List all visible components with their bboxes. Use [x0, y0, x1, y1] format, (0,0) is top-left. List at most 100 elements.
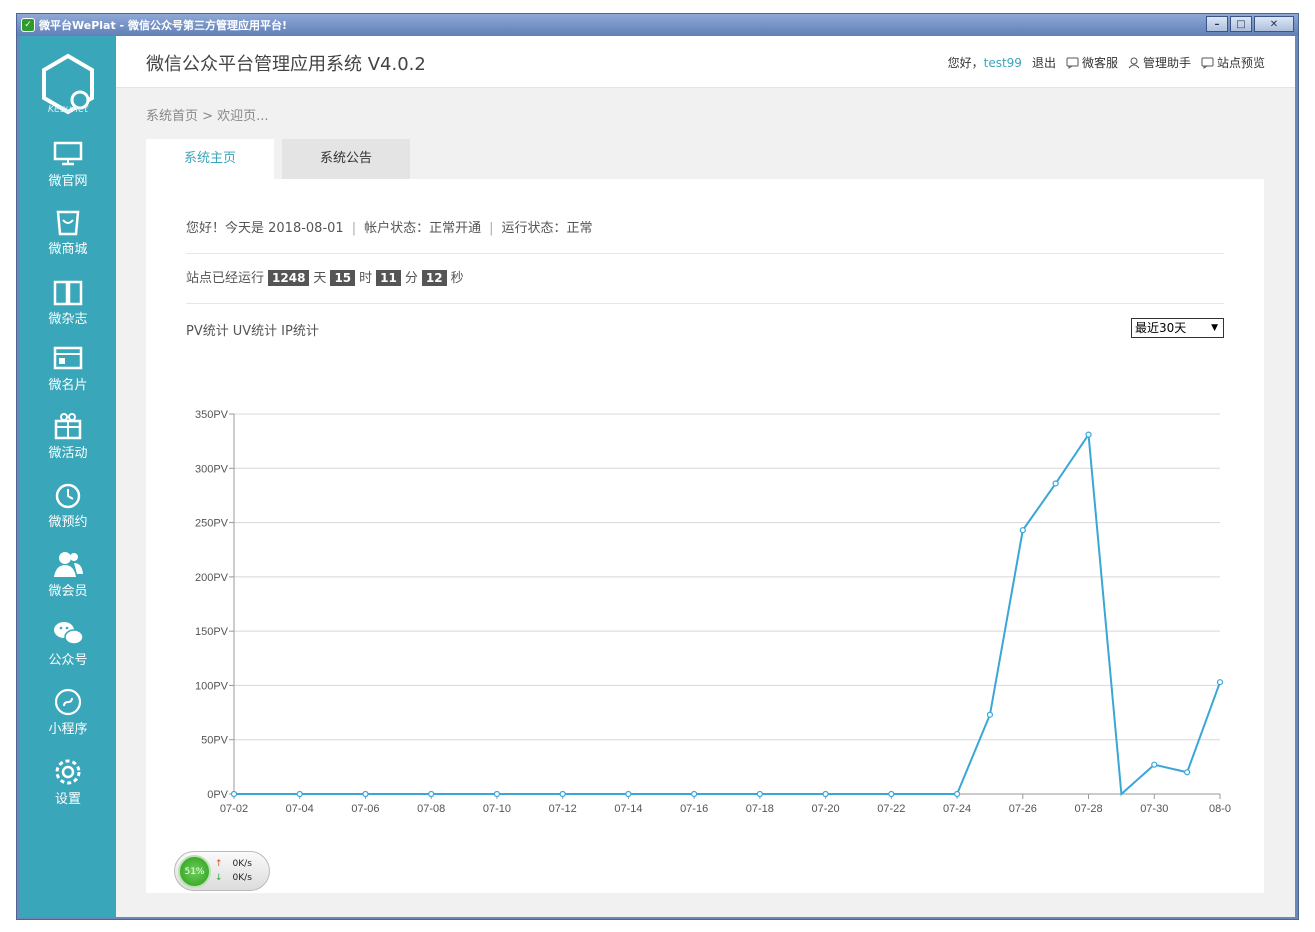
uptime-row: 站点已经运行 1248 天 15 时 11 分 12 秒	[186, 254, 1224, 304]
data-point	[822, 790, 829, 798]
y-tick-label: 150PV	[195, 626, 229, 638]
breadcrumb[interactable]: 系统首页 > 欢迎页...	[146, 105, 269, 124]
x-tick-label: 07-28	[1074, 803, 1102, 815]
x-tick-label: 07-22	[877, 803, 905, 815]
site-preview-link[interactable]: 站点预览	[1201, 54, 1265, 71]
greeting-text: 您好，	[947, 56, 984, 70]
header-user-bar: 您好，test99 退出 微客服 管理助手 站点预览	[948, 54, 1265, 71]
customer-service-link[interactable]: 微客服	[1066, 54, 1118, 71]
app-icon: ✓	[21, 18, 35, 32]
sidebar-item-label: 微杂志	[48, 312, 88, 327]
monitor-icon	[53, 141, 83, 166]
users-icon	[54, 552, 83, 577]
sidebar-item-label: 公众号	[48, 653, 88, 668]
data-point	[1216, 679, 1224, 686]
uptime-days: 1248	[268, 270, 310, 286]
network-usage-percent: 51%	[178, 855, 211, 888]
y-tick-label: 300PV	[195, 463, 229, 475]
sidebar-item-website[interactable]: 微官网	[20, 140, 116, 189]
tab-system-home[interactable]: 系统主页	[146, 139, 274, 179]
data-point	[559, 790, 566, 798]
sidebar-item-activity[interactable]: 微活动	[20, 412, 116, 461]
miniprogram-icon	[54, 688, 82, 716]
running-status: 运行状态：正常	[501, 221, 593, 236]
sidebar-item-official-account[interactable]: 公众号	[20, 619, 116, 668]
sidebar-item-label: 小程序	[48, 722, 88, 737]
network-monitor-widget[interactable]: 51% ↑ 0K/s ↓ 0K/s	[174, 851, 270, 891]
x-tick-label: 07-10	[483, 803, 511, 815]
separator: |	[489, 221, 494, 236]
data-point	[1085, 431, 1092, 438]
data-point	[362, 790, 369, 798]
sidebar-item-card[interactable]: 微名片	[20, 344, 116, 393]
upload-speed: ↑ 0K/s	[215, 859, 263, 869]
username-link[interactable]: test99	[984, 56, 1022, 70]
download-speed: ↓ 0K/s	[215, 873, 263, 883]
data-point	[953, 790, 961, 798]
x-tick-label: 07-04	[286, 803, 314, 815]
stats-tab-uv[interactable]: UV统计	[233, 324, 277, 339]
uptime-seconds-unit: 秒	[450, 271, 464, 286]
account-status: 帐户状态：正常开通	[364, 221, 482, 236]
sidebar-item-label: 微名片	[48, 378, 88, 393]
tab-system-notice[interactable]: 系统公告	[282, 139, 410, 179]
header: 微信公众平台管理应用系统 V4.0.2 您好，test99 退出 微客服 管理助…	[116, 36, 1295, 88]
up-arrow-icon: ↑	[215, 859, 223, 869]
gift-icon	[54, 413, 82, 440]
tab-bar: 系统主页 系统公告	[146, 139, 418, 179]
range-select-value: 最近30天	[1135, 321, 1187, 335]
chat-icon	[1201, 57, 1214, 69]
wechat-icon	[54, 622, 84, 645]
minimize-button[interactable]: –	[1206, 16, 1228, 32]
site-preview-label: 站点预览	[1216, 56, 1265, 70]
chevron-down-icon: ▼	[1211, 323, 1218, 333]
app-window: ✓ 微平台WePlat - 微信公众号第三方管理应用平台! – □ ✕ Kesu…	[16, 13, 1299, 920]
customer-service-label: 微客服	[1081, 56, 1118, 70]
sidebar-item-members[interactable]: 微会员	[20, 550, 116, 599]
stats-tabs: PV统计 UV统计 IP统计	[186, 320, 323, 339]
shopping-bag-icon	[56, 210, 80, 236]
admin-helper-link[interactable]: 管理助手	[1128, 54, 1191, 71]
sidebar-item-label: 微会员	[48, 584, 88, 599]
main-panel: 您好！今天是 2018-08-01 | 帐户状态：正常开通 | 运行状态：正常 站点已经…	[146, 179, 1264, 893]
x-tick-label: 07-12	[549, 803, 577, 815]
y-tick-label: 50PV	[201, 735, 229, 747]
close-button[interactable]: ✕	[1254, 16, 1294, 32]
y-tick-label: 200PV	[195, 572, 229, 584]
separator: |	[351, 221, 357, 236]
user-icon	[1128, 57, 1140, 68]
data-point	[986, 711, 994, 718]
sidebar-item-label: 微官网	[48, 174, 88, 189]
upload-speed-value: 0K/s	[232, 859, 252, 869]
x-tick-label: 07-26	[1009, 803, 1037, 815]
x-tick-label: 07-16	[680, 803, 708, 815]
x-tick-label: 07-08	[417, 803, 445, 815]
uptime-days-unit: 天	[313, 271, 327, 286]
x-tick-label: 07-06	[351, 803, 379, 815]
sidebar-item-mini-program[interactable]: 小程序	[20, 688, 116, 737]
sidebar-item-settings[interactable]: 设置	[20, 758, 116, 807]
page-title: 微信公众平台管理应用系统 V4.0.2	[146, 54, 426, 75]
stats-tab-ip[interactable]: IP统计	[281, 324, 319, 339]
data-point	[625, 790, 632, 798]
y-tick-label: 0PV	[207, 789, 228, 801]
clock-icon	[55, 483, 81, 509]
sidebar-item-booking[interactable]: 微预约	[20, 481, 116, 530]
gear-icon	[55, 759, 81, 785]
stats-tab-pv[interactable]: PV统计	[186, 324, 229, 339]
y-tick-label: 350PV	[195, 409, 229, 421]
client-area: Kesunet 微官网 微商城 微杂志 微名片 微活动 微预约 微会员 公众号 …	[20, 36, 1295, 917]
title-bar[interactable]: ✓ 微平台WePlat - 微信公众号第三方管理应用平台! – □ ✕	[17, 14, 1298, 36]
download-speed-value: 0K/s	[232, 873, 252, 883]
logout-link[interactable]: 退出	[1032, 54, 1056, 71]
range-select[interactable]: 最近30天 ▼	[1131, 318, 1224, 338]
uptime-minutes-unit: 分	[404, 271, 418, 286]
down-arrow-icon: ↓	[215, 873, 223, 883]
x-tick-label: 07-02	[220, 803, 248, 815]
sidebar-item-magazine[interactable]: 微杂志	[20, 278, 116, 327]
data-point	[1184, 769, 1191, 776]
x-tick-label: 07-20	[812, 803, 840, 815]
maximize-button[interactable]: □	[1230, 16, 1252, 32]
uptime-prefix: 站点已经运行	[186, 271, 265, 286]
sidebar-item-shop[interactable]: 微商城	[20, 208, 116, 257]
